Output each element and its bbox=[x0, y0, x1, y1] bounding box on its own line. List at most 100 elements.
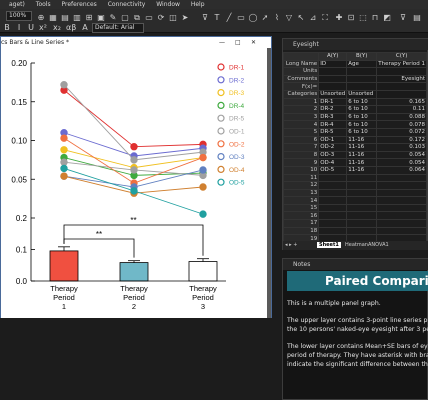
cell[interactable] bbox=[346, 211, 378, 221]
cell[interactable] bbox=[318, 82, 348, 91]
cell[interactable]: 0.165 bbox=[376, 97, 427, 107]
cell[interactable]: 6 to 10 bbox=[346, 105, 378, 114]
row-number[interactable]: 17 bbox=[282, 219, 320, 228]
cell[interactable]: OD-4 bbox=[318, 158, 348, 167]
cell[interactable] bbox=[318, 203, 348, 213]
cell[interactable]: 0.072 bbox=[376, 127, 427, 137]
ellipse-tool-icon[interactable]: ◯ bbox=[248, 12, 258, 24]
cell[interactable]: Unsorted bbox=[318, 89, 348, 99]
cell[interactable]: 0.088 bbox=[376, 112, 427, 122]
cell[interactable]: Therapy Period 1 bbox=[376, 59, 427, 69]
greek-icon[interactable]: αβ bbox=[66, 22, 76, 34]
column-header-c[interactable]: C(Y) bbox=[376, 52, 427, 61]
cell[interactable] bbox=[318, 67, 348, 76]
merge-icon[interactable]: ⊓ bbox=[370, 12, 380, 24]
cell[interactable]: OD-1 bbox=[318, 135, 348, 145]
font-select[interactable]: Default: Arial bbox=[92, 23, 144, 33]
cell[interactable] bbox=[318, 181, 348, 190]
cell[interactable]: DR-4 bbox=[318, 120, 348, 129]
tab-nav-icon[interactable]: ◂ ▸ + bbox=[285, 242, 297, 248]
cell[interactable]: 0.054 bbox=[376, 150, 427, 160]
cell[interactable]: 6 to 10 bbox=[346, 112, 378, 122]
cell[interactable]: 0.172 bbox=[376, 135, 427, 145]
corner-cell[interactable] bbox=[282, 52, 320, 61]
row-number[interactable]: 12 bbox=[282, 181, 320, 190]
cell[interactable]: 6 to 10 bbox=[346, 127, 378, 137]
paste-icon[interactable]: ▭ bbox=[144, 12, 154, 24]
cell[interactable] bbox=[318, 173, 348, 183]
row-number[interactable]: 15 bbox=[282, 203, 320, 213]
line-tool-icon[interactable]: ╱ bbox=[224, 12, 234, 24]
funnel-icon[interactable]: ▽ bbox=[284, 12, 294, 24]
cell[interactable]: DR-3 bbox=[318, 112, 348, 122]
rect-tool-icon[interactable]: ▭ bbox=[236, 12, 246, 24]
text-tool-icon[interactable]: T bbox=[212, 12, 222, 24]
superscript-icon[interactable]: x² bbox=[38, 22, 48, 34]
region-icon[interactable]: ◩ bbox=[382, 12, 392, 24]
cell[interactable] bbox=[318, 74, 348, 84]
cell[interactable]: DR-1 bbox=[318, 97, 348, 107]
menu-item-help[interactable]: Help bbox=[191, 1, 205, 8]
cell[interactable] bbox=[318, 211, 348, 221]
cell[interactable]: ID bbox=[318, 59, 348, 69]
cell[interactable] bbox=[376, 226, 427, 236]
cell[interactable]: Age bbox=[346, 59, 378, 69]
cell[interactable]: Eyesight bbox=[376, 74, 427, 84]
scale-icon[interactable]: ⊿ bbox=[308, 12, 318, 24]
cell[interactable] bbox=[318, 196, 348, 205]
cell[interactable] bbox=[318, 226, 348, 236]
cell[interactable] bbox=[346, 196, 378, 205]
cell[interactable]: 11-16 bbox=[346, 135, 378, 145]
cell[interactable]: DR-2 bbox=[318, 105, 348, 114]
cell[interactable] bbox=[376, 89, 427, 99]
filter-icon[interactable]: ⊽ bbox=[200, 12, 210, 24]
cell[interactable] bbox=[346, 67, 378, 76]
fit-icon[interactable]: ⊡ bbox=[346, 12, 356, 24]
cell[interactable] bbox=[376, 181, 427, 190]
row-number[interactable]: 5 bbox=[282, 127, 320, 137]
cell[interactable] bbox=[376, 219, 427, 228]
bold-icon[interactable]: B bbox=[2, 22, 12, 34]
text-size-up-icon[interactable]: A bbox=[80, 22, 90, 34]
menu-item-preferences[interactable]: Preferences bbox=[62, 1, 97, 8]
row-number[interactable]: 18 bbox=[282, 226, 320, 236]
minimize-button[interactable]: — bbox=[219, 37, 225, 48]
crop-icon[interactable]: ⛶ bbox=[320, 12, 330, 24]
cell[interactable] bbox=[376, 67, 427, 76]
zoom-input[interactable]: 100% bbox=[6, 11, 32, 21]
cell[interactable] bbox=[346, 74, 378, 84]
pointer-icon[interactable]: ↖ bbox=[296, 12, 306, 24]
row-number[interactable]: 2 bbox=[282, 105, 320, 114]
row-number[interactable]: 14 bbox=[282, 196, 320, 205]
tab-heatmananova1[interactable]: HeatmanANOVA1 bbox=[345, 242, 389, 248]
cell[interactable] bbox=[346, 173, 378, 183]
cell[interactable] bbox=[376, 211, 427, 221]
cell[interactable]: 0.078 bbox=[376, 120, 427, 129]
cell[interactable]: OD-2 bbox=[318, 143, 348, 152]
subscript-icon[interactable]: x₂ bbox=[52, 22, 62, 34]
brush-icon[interactable]: ⌇ bbox=[272, 12, 282, 24]
cell[interactable] bbox=[346, 181, 378, 190]
row-number[interactable]: 4 bbox=[282, 120, 320, 129]
cell[interactable]: 11-16 bbox=[346, 165, 378, 175]
arrange-icon[interactable]: ◫ bbox=[168, 12, 178, 24]
menu-item-gadget[interactable]: aget) bbox=[9, 1, 25, 8]
plot-area[interactable]: 0.20 0.15 0.10 0.05 DR-1 DR-2 DR-3 DR-4 DR-5 OD-1… bbox=[1, 48, 267, 318]
cell[interactable] bbox=[376, 173, 427, 183]
maximize-button[interactable]: □ bbox=[235, 37, 241, 48]
notes-content[interactable]: Paired Comparis This is a multiple panel… bbox=[287, 271, 428, 399]
menu-item-connectivity[interactable]: Connectivity bbox=[108, 1, 146, 8]
cursor-icon[interactable]: ➤ bbox=[180, 12, 190, 24]
row-number[interactable]: 11 bbox=[282, 173, 320, 183]
row-number[interactable]: 9 bbox=[282, 158, 320, 167]
cell[interactable] bbox=[376, 196, 427, 205]
menu-item-window[interactable]: Window bbox=[156, 1, 180, 8]
tab-sheet1[interactable]: Sheet1 bbox=[317, 242, 341, 248]
row-number[interactable]: 13 bbox=[282, 188, 320, 198]
row-number[interactable]: 1 bbox=[282, 97, 320, 107]
refresh-icon[interactable]: ⟳ bbox=[156, 12, 166, 24]
column-header-a[interactable]: A(Y) bbox=[318, 52, 348, 61]
cell[interactable]: OD-3 bbox=[318, 150, 348, 160]
cell[interactable] bbox=[318, 219, 348, 228]
cell[interactable]: DR-5 bbox=[318, 127, 348, 137]
